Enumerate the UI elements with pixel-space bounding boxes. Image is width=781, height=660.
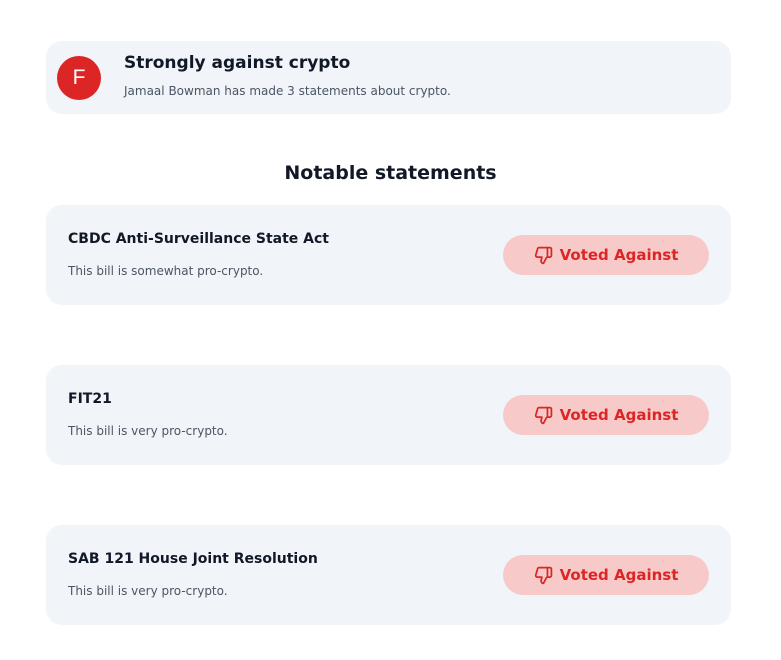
grade-badge: F: [57, 56, 101, 100]
vote-badge[interactable]: Voted Against: [503, 235, 709, 275]
statement-title: CBDC Anti-Surveillance State Act: [68, 231, 329, 247]
vote-label: Voted Against: [559, 246, 679, 264]
vote-label: Voted Against: [559, 406, 679, 424]
statement-description: This bill is very pro-crypto.: [68, 584, 228, 598]
statement-title: FIT21: [68, 391, 112, 407]
stance-summary-card: F Strongly against crypto Jamaal Bowman …: [46, 41, 731, 114]
vote-label: Voted Against: [559, 566, 679, 584]
thumbs-down-icon: [534, 566, 553, 585]
stance-title: Strongly against crypto: [124, 53, 351, 73]
thumbs-down-icon: [534, 246, 553, 265]
statement-card: FIT21 This bill is very pro-crypto. Vote…: [46, 365, 731, 465]
statement-description: This bill is very pro-crypto.: [68, 424, 228, 438]
thumbs-down-icon: [534, 406, 553, 425]
vote-badge[interactable]: Voted Against: [503, 555, 709, 595]
statement-description: This bill is somewhat pro-crypto.: [68, 264, 264, 278]
section-title: Notable statements: [284, 162, 497, 184]
vote-badge[interactable]: Voted Against: [503, 395, 709, 435]
statement-card: SAB 121 House Joint Resolution This bill…: [46, 525, 731, 625]
statement-title: SAB 121 House Joint Resolution: [68, 551, 318, 567]
stance-subtitle: Jamaal Bowman has made 3 statements abou…: [124, 84, 451, 98]
statement-card: CBDC Anti-Surveillance State Act This bi…: [46, 205, 731, 305]
